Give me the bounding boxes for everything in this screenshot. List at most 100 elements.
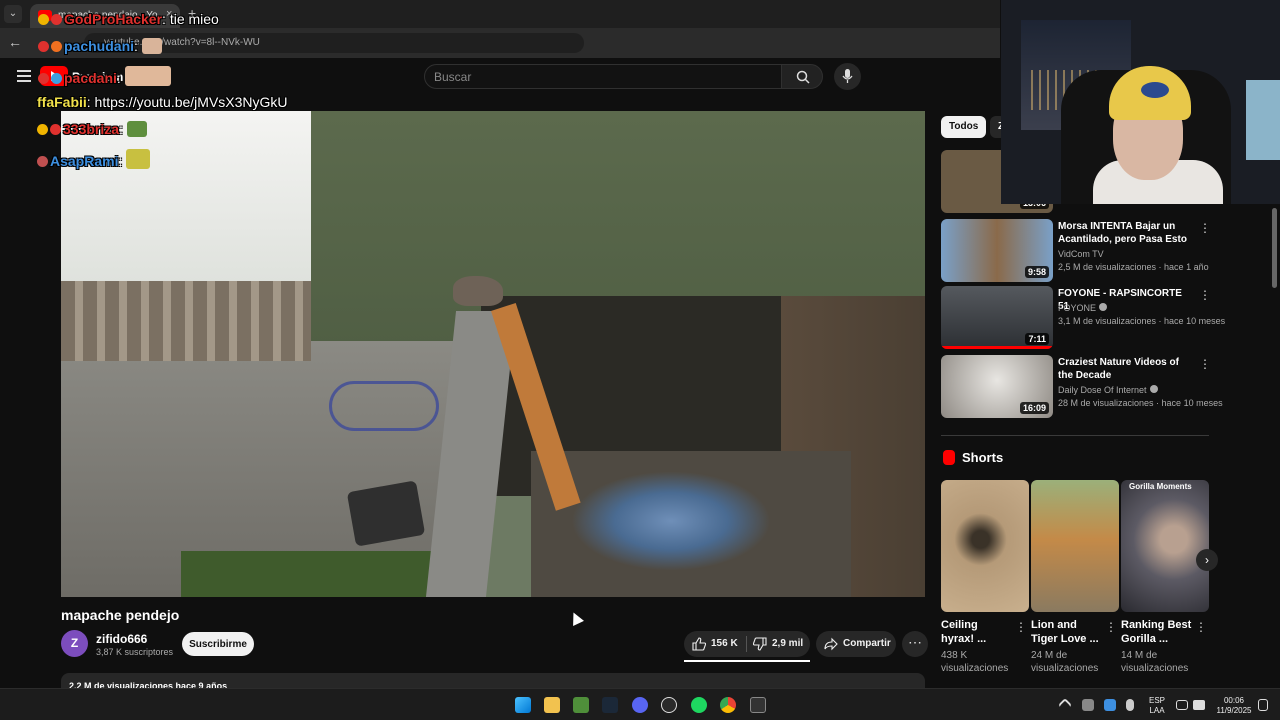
volume-icon[interactable] [1193, 700, 1205, 710]
search-input[interactable] [434, 70, 764, 84]
video-title[interactable]: Craziest Nature Videos of the Decade [1058, 356, 1193, 382]
video-channel[interactable]: FOYONE [1058, 303, 1108, 313]
channel-avatar[interactable]: Z [61, 630, 88, 657]
more-vert-icon[interactable]: ⋮ [1195, 620, 1207, 634]
video-player[interactable] [61, 111, 925, 597]
back-arrow-icon[interactable]: ← [8, 34, 22, 50]
epic-games-icon[interactable] [750, 697, 766, 713]
steam-icon[interactable] [602, 697, 618, 713]
video-channel[interactable]: Daily Dose Of Internet [1058, 385, 1158, 395]
share-button[interactable]: Compartir [816, 631, 896, 657]
video-thumbnail[interactable]: 7:11 [941, 286, 1053, 349]
shorts-next-button[interactable]: › [1196, 549, 1218, 571]
short-overlay-text: Gorilla Moments [1129, 482, 1192, 491]
short-thumbnail[interactable]: Gorilla Moments [1121, 480, 1209, 612]
chat-badge-icon [38, 41, 49, 52]
dislike-button[interactable]: 2,9 mil [747, 631, 810, 657]
network-icon[interactable] [1176, 700, 1188, 710]
chat-badge-icon [50, 124, 61, 135]
tray-app-icon[interactable] [1082, 699, 1094, 711]
shorts-heading: Shorts [962, 450, 1004, 465]
menu-icon[interactable] [17, 70, 31, 82]
chat-text: : [134, 38, 138, 54]
video-meta: 28 M de visualizaciones · hace 10 meses [1058, 398, 1223, 408]
tab-search-button[interactable]: ⌄ [4, 5, 22, 23]
chat-badge-icon [37, 156, 48, 167]
chrome-icon[interactable] [720, 697, 736, 713]
recommended-video[interactable]: 9:58 Morsa INTENTA Bajar un Acantilado, … [941, 219, 1211, 283]
like-underline [684, 660, 810, 662]
notifications-icon[interactable] [1258, 699, 1268, 711]
search-icon [796, 70, 810, 84]
chat-message: GodProHacker: tie mieo [38, 11, 219, 27]
channel-name[interactable]: zifido666 [96, 632, 147, 646]
tray-microphone-icon[interactable] [1126, 699, 1134, 711]
video-title: mapache pendejo [61, 607, 180, 623]
verified-icon [1099, 303, 1108, 311]
chip-all[interactable]: Todos [941, 116, 987, 138]
page-scrollbar[interactable] [1270, 204, 1280, 688]
more-actions-button[interactable]: ⋯ [902, 631, 928, 657]
input-language[interactable]: ESP LAA [1146, 696, 1168, 716]
chat-user: 333briza [63, 121, 120, 137]
video-title[interactable]: Morsa INTENTA Bajar un Acantilado, pero … [1058, 220, 1193, 246]
short-title[interactable]: Ranking Best Gorilla ... [1121, 618, 1193, 646]
video-thumbnail[interactable]: 9:58 [941, 219, 1053, 282]
dislike-count: 2,9 mil [772, 638, 804, 649]
short-thumbnail[interactable] [1031, 480, 1119, 612]
thumbs-up-icon [692, 637, 706, 651]
share-label: Compartir [843, 638, 891, 649]
short-views: 24 M de visualizaciones [1031, 650, 1099, 674]
windows-taskbar: ESP LAA 00:06 11/9/2025 [0, 688, 1280, 720]
like-button[interactable]: 156 K [684, 631, 746, 657]
video-duration: 16:09 [1019, 402, 1049, 414]
shorts-logo-icon [943, 450, 955, 465]
clock[interactable]: 00:06 11/9/2025 [1212, 696, 1256, 716]
chat-message: pacdani: [38, 66, 171, 86]
chat-user: GodProHacker [64, 11, 163, 27]
voice-search-button[interactable] [834, 63, 861, 90]
search-box[interactable] [424, 64, 782, 89]
more-vert-icon[interactable]: ⋮ [1199, 288, 1211, 302]
video-frame-bike [329, 381, 439, 431]
video-duration: 9:58 [1024, 266, 1049, 278]
more-vert-icon[interactable]: ⋮ [1015, 620, 1027, 634]
spotify-icon[interactable] [691, 697, 707, 713]
recommended-video[interactable]: 7:11 FOYONE - RAPSINCORTE 51 FOYONE 3,1 … [941, 286, 1225, 350]
chat-badge-icon [37, 124, 48, 135]
chat-user: pacdani [64, 70, 117, 86]
short-title[interactable]: Ceiling hyrax! ... [941, 618, 1013, 646]
app-icon[interactable] [661, 697, 677, 713]
chat-text: : tie mieo [162, 11, 219, 27]
more-vert-icon[interactable]: ⋮ [1105, 620, 1117, 634]
subscriber-count: 3,87 K suscriptores [96, 647, 174, 657]
short-title[interactable]: Lion and Tiger Love ... [1031, 618, 1103, 646]
video-meta: 3,1 M de visualizaciones · hace 10 meses [1058, 316, 1226, 326]
tray-security-icon[interactable] [1104, 699, 1116, 711]
short-thumbnail[interactable] [941, 480, 1029, 612]
scrollbar-thumb[interactable] [1272, 208, 1277, 288]
video-frame-raccoon [453, 276, 503, 306]
recommended-video[interactable]: 16:09 Craziest Nature Videos of the Deca… [941, 355, 1223, 419]
share-icon [824, 637, 838, 651]
more-vert-icon[interactable]: ⋮ [1199, 221, 1211, 235]
chat-text: : https://youtu.be/jMVsX3NyGkU [86, 94, 288, 110]
search-button[interactable] [781, 64, 823, 89]
tray-expand-icon[interactable] [1057, 697, 1073, 713]
discord-icon[interactable] [632, 697, 648, 713]
chat-badge-icon [51, 14, 62, 25]
file-explorer-icon[interactable] [544, 697, 560, 713]
like-count: 156 K [711, 638, 738, 649]
subscribe-button[interactable]: Suscribirme [182, 632, 254, 656]
video-channel[interactable]: VidCom TV [1058, 249, 1104, 259]
emote-icon [124, 66, 171, 86]
short-views: 14 M de visualizaciones [1121, 650, 1189, 674]
chat-message: ffaFabii: https://youtu.be/jMVsX3NyGkU [37, 94, 288, 110]
like-dislike-group: 156 K 2,9 mil [684, 631, 810, 657]
minecraft-icon[interactable] [573, 697, 589, 713]
video-thumbnail[interactable]: 16:09 [941, 355, 1053, 418]
windows-start-icon[interactable] [515, 697, 531, 713]
more-vert-icon[interactable]: ⋮ [1199, 357, 1211, 371]
video-meta: 2,5 M de visualizaciones · hace 1 año [1058, 262, 1209, 272]
screen: ⌄ mapache pendejo - YouTube × + ← youtub… [0, 0, 1280, 720]
